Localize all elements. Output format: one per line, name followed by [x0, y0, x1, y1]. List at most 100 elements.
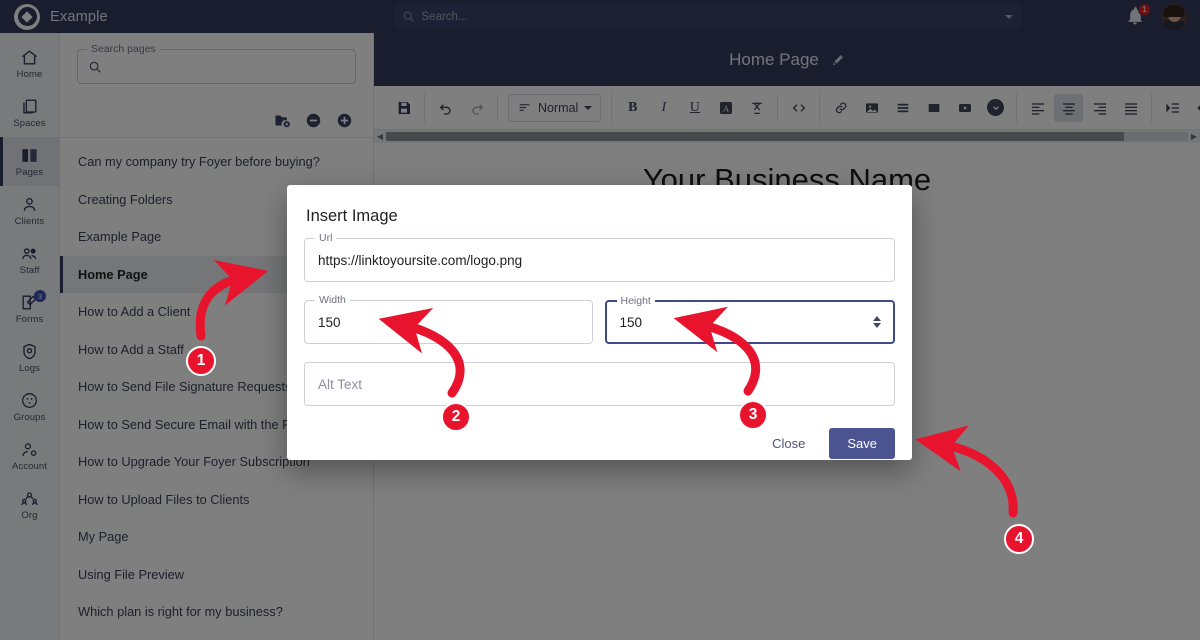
paragraph-style-dropdown[interactable]: Normal: [508, 93, 602, 122]
list-item[interactable]: How to Upload Files to Clients: [60, 481, 373, 519]
page-title: How to Add a Staff: [78, 341, 184, 357]
image-icon[interactable]: [857, 94, 886, 122]
page-title: Example Page: [78, 229, 162, 245]
page-title: Which plan is right for my business?: [78, 604, 283, 620]
brand-block[interactable]: Example: [0, 3, 290, 30]
page-title: Using File Preview: [78, 566, 184, 582]
italic-icon[interactable]: I: [649, 94, 678, 122]
save-icon[interactable]: [389, 94, 418, 122]
align-right-icon[interactable]: [1085, 94, 1114, 122]
sidebar-label: Home: [16, 68, 43, 80]
person-icon: [23, 197, 36, 211]
undo-icon[interactable]: [431, 94, 460, 122]
width-field-value: 150: [318, 314, 341, 330]
sidebar-label: Staff: [19, 264, 40, 276]
align-center-icon[interactable]: [1054, 93, 1084, 122]
more-icon[interactable]: [981, 94, 1010, 122]
person-gear-icon: [22, 442, 37, 456]
block-icon[interactable]: [919, 94, 948, 122]
list-icon[interactable]: [888, 94, 917, 122]
sidebar-item-clients[interactable]: Clients: [0, 186, 59, 235]
list-item[interactable]: My Page: [60, 518, 373, 556]
code-icon[interactable]: [784, 94, 813, 122]
paragraph-lines-icon: [519, 104, 530, 111]
editor-header: Home Page: [374, 33, 1200, 86]
sidebar-label: Account: [11, 460, 48, 472]
close-button[interactable]: Close: [762, 429, 815, 458]
home-icon: [21, 49, 38, 65]
org-people-icon: [21, 491, 38, 505]
list-item[interactable]: Using File Preview: [60, 556, 373, 594]
global-search-placeholder: Search...: [421, 10, 468, 23]
list-item[interactable]: Can my company try Foyer before buying?: [60, 143, 373, 181]
sidebar-item-logs[interactable]: Logs: [0, 333, 59, 382]
height-field-label: Height: [616, 295, 655, 307]
scrollbar-track[interactable]: [386, 132, 1188, 141]
bold-icon[interactable]: B: [618, 94, 647, 122]
width-field-label: Width: [315, 294, 350, 306]
scroll-right-arrow[interactable]: ▶: [1188, 132, 1200, 141]
collapse-all-icon[interactable]: [305, 112, 322, 129]
global-search-input[interactable]: Search...: [393, 5, 1022, 28]
height-field-value: 150: [619, 314, 643, 330]
indent-decrease-icon[interactable]: [1189, 94, 1200, 122]
chevron-down-icon[interactable]: [1004, 14, 1013, 19]
width-field[interactable]: Width 150: [304, 294, 593, 344]
page-title: How to Send File Signature Requests: [78, 379, 292, 395]
sidebar-item-forms[interactable]: 3 Forms: [0, 284, 59, 333]
text-color-icon[interactable]: A: [711, 94, 740, 122]
alt-text-field[interactable]: Alt Text: [304, 362, 895, 406]
url-field-value: https://linktoyoursite.com/logo.png: [318, 252, 523, 268]
height-field[interactable]: Height 150: [604, 295, 895, 344]
pages-panel-actions: [60, 104, 373, 138]
save-button[interactable]: Save: [829, 428, 895, 459]
top-navigation-bar: Example Search... 1: [0, 0, 1200, 33]
svg-text:A: A: [723, 103, 730, 113]
sidebar-item-spaces[interactable]: Spaces: [0, 88, 59, 137]
sidebar-label: Pages: [15, 166, 44, 178]
global-search-wrap: Search...: [290, 5, 1125, 28]
sidebar-item-groups[interactable]: Groups: [0, 382, 59, 431]
diamond-logo-icon: [14, 3, 40, 30]
list-item[interactable]: Which plan is right for my business?: [60, 593, 373, 631]
link-icon[interactable]: [826, 94, 855, 122]
clear-format-icon[interactable]: [742, 94, 771, 122]
toolbar-horizontal-scrollbar[interactable]: ◀ ▶: [374, 130, 1200, 143]
avatar[interactable]: [1161, 3, 1187, 30]
underline-icon[interactable]: U: [680, 94, 709, 122]
circle-dots-icon: [22, 392, 37, 408]
page-title: Creating Folders: [78, 191, 173, 207]
stepper-up-icon[interactable]: [873, 316, 881, 321]
scroll-left-arrow[interactable]: ◀: [374, 132, 386, 141]
indent-increase-icon[interactable]: [1158, 94, 1187, 122]
toolbar-group-align: [1017, 93, 1153, 122]
forms-count-badge: 3: [34, 290, 46, 302]
height-stepper[interactable]: [873, 316, 881, 328]
add-page-icon[interactable]: [336, 112, 353, 129]
add-folder-icon[interactable]: [274, 112, 291, 129]
page-title: How to Upgrade Your Foyer Subscription: [78, 454, 310, 470]
notifications-button[interactable]: 1: [1125, 2, 1151, 28]
url-field-label: Url: [315, 232, 337, 244]
sidebar-item-account[interactable]: Account: [0, 431, 59, 480]
sidebar-item-org[interactable]: Org: [0, 480, 59, 529]
sidebar-item-pages[interactable]: Pages: [0, 137, 59, 186]
url-field[interactable]: Url https://linktoyoursite.com/logo.png: [304, 232, 895, 282]
sidebar-item-staff[interactable]: Staff: [0, 235, 59, 284]
page-title: How to Add a Client: [78, 304, 191, 320]
search-pages-input[interactable]: Search pages: [77, 43, 356, 84]
sidebar-label: Logs: [18, 362, 40, 374]
size-fields-row: Width 150 Height 150: [304, 294, 895, 344]
dialog-actions: Close Save: [304, 428, 895, 459]
stepper-down-icon[interactable]: [873, 323, 881, 328]
sidebar-item-home[interactable]: Home: [0, 39, 59, 88]
redo-icon[interactable]: [462, 94, 491, 122]
video-icon[interactable]: [950, 94, 979, 122]
align-justify-icon[interactable]: [1116, 94, 1145, 122]
people-icon: [22, 247, 37, 259]
notification-badge: 1: [1138, 2, 1151, 16]
alt-text-placeholder: Alt Text: [318, 376, 363, 392]
align-left-icon[interactable]: [1023, 94, 1052, 122]
sidebar-label: Forms: [15, 313, 44, 325]
pencil-icon[interactable]: [831, 53, 845, 67]
